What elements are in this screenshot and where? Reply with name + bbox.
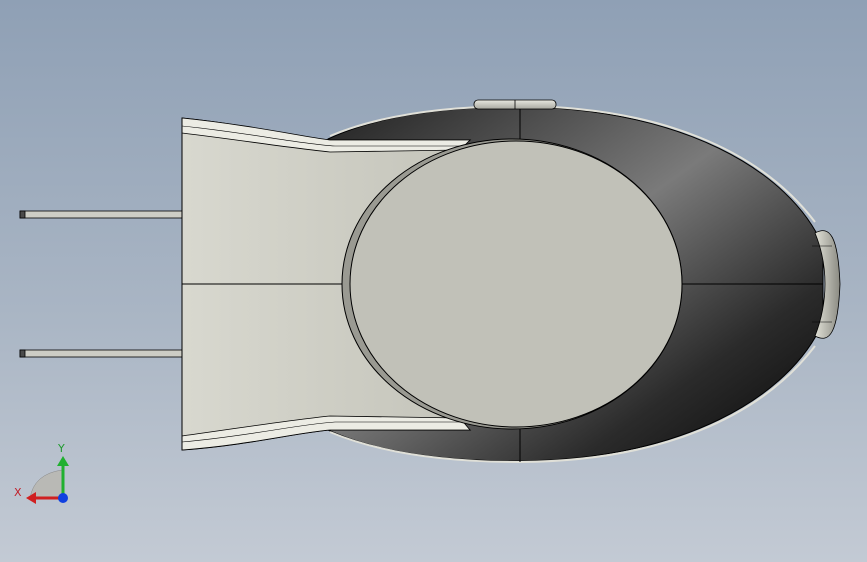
pin-upper[interactable] <box>19 210 183 219</box>
pin-lower[interactable] <box>19 349 183 358</box>
triad-x-label: X <box>14 486 22 499</box>
view-triad <box>26 456 69 504</box>
model-view[interactable] <box>0 0 867 562</box>
graphics-viewport[interactable]: X Y <box>0 0 867 562</box>
top-tab[interactable] <box>473 99 557 110</box>
triad-z-axis <box>58 493 68 503</box>
front-disc[interactable] <box>349 140 683 428</box>
triad-y-label: Y <box>58 442 65 455</box>
